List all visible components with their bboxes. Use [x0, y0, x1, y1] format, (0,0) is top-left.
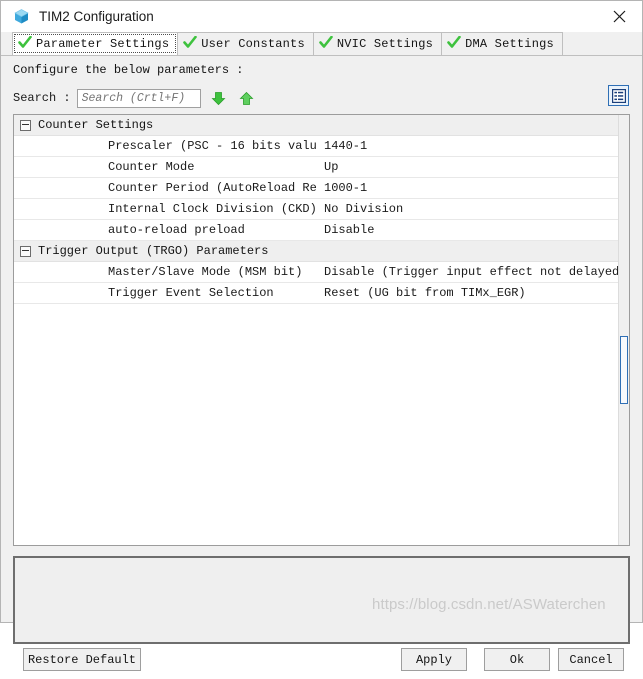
tab-label: DMA Settings: [465, 37, 554, 51]
param-name: Master/Slave Mode (MSM bit): [108, 265, 303, 279]
param-name: Trigger Event Selection: [108, 286, 274, 300]
param-value[interactable]: Disable: [317, 223, 618, 237]
description-panel: [13, 556, 630, 644]
restore-default-button[interactable]: Restore Default: [23, 648, 141, 671]
param-name: auto-reload preload: [108, 223, 245, 237]
check-icon: [18, 35, 32, 53]
group-header-counter-settings[interactable]: Counter Settings: [14, 115, 618, 136]
tab-label: User Constants: [201, 37, 305, 51]
param-value[interactable]: 1440-1: [317, 139, 618, 153]
parameter-table: Counter Settings Prescaler (PSC - 16 bit…: [13, 114, 630, 546]
table-row[interactable]: Counter Period (AutoReload Regis... 1000…: [14, 178, 618, 199]
param-value[interactable]: Up: [317, 160, 618, 174]
param-value[interactable]: 1000-1: [317, 181, 618, 195]
param-value[interactable]: Disable (Trigger input effect not delaye…: [317, 265, 618, 279]
collapse-icon[interactable]: [20, 245, 31, 257]
check-icon: [447, 35, 461, 53]
tab-label: NVIC Settings: [336, 37, 434, 51]
table-row[interactable]: Internal Clock Division (CKD) No Divisio…: [14, 199, 618, 220]
list-view-icon[interactable]: [608, 85, 629, 106]
table-row[interactable]: auto-reload preload Disable: [14, 220, 618, 241]
tab-parameter-settings[interactable]: Parameter Settings: [12, 32, 179, 55]
dialog-body: Configure the below parameters : Search …: [2, 57, 641, 671]
cancel-button[interactable]: Cancel: [558, 648, 624, 671]
table-row[interactable]: Counter Mode Up: [14, 157, 618, 178]
search-row: Search :: [13, 88, 257, 108]
arrow-up-icon[interactable]: [237, 88, 257, 108]
apply-button[interactable]: Apply: [401, 648, 467, 671]
table-row[interactable]: Trigger Event Selection Reset (UG bit fr…: [14, 283, 618, 304]
search-input[interactable]: [76, 88, 201, 108]
param-value[interactable]: Reset (UG bit from TIMx_EGR): [317, 286, 618, 300]
param-name: Counter Mode: [108, 160, 195, 174]
group-header-trigger-output[interactable]: Trigger Output (TRGO) Parameters: [14, 241, 618, 262]
check-icon: [319, 35, 333, 53]
close-button[interactable]: [597, 1, 642, 32]
param-value[interactable]: No Division: [317, 202, 618, 216]
cube-icon: [13, 8, 30, 25]
table-row[interactable]: Master/Slave Mode (MSM bit) Disable (Tri…: [14, 262, 618, 283]
tab-bar: Parameter Settings User Constants NVIC S…: [1, 32, 642, 56]
configure-hint: Configure the below parameters :: [13, 63, 244, 77]
group-label: Trigger Output (TRGO) Parameters: [38, 244, 269, 258]
group-label: Counter Settings: [38, 118, 154, 132]
collapse-icon[interactable]: [20, 119, 31, 131]
tab-label: Parameter Settings: [36, 37, 170, 51]
ok-button[interactable]: Ok: [484, 648, 550, 671]
param-name: Prescaler (PSC - 16 bits value): [108, 139, 317, 153]
parameter-table-rows: Counter Settings Prescaler (PSC - 16 bit…: [14, 115, 618, 545]
title-bar: TIM2 Configuration: [1, 1, 642, 32]
dialog-footer: Restore Default Apply Ok Cancel: [2, 647, 641, 679]
tim2-configuration-dialog: TIM2 Configuration Parameter Settings Us…: [0, 0, 643, 671]
arrow-down-icon[interactable]: [209, 88, 229, 108]
search-label: Search :: [13, 91, 71, 105]
check-icon: [183, 35, 198, 53]
table-scrollbar[interactable]: [618, 115, 629, 545]
window-title: TIM2 Configuration: [39, 9, 154, 24]
tab-user-constants[interactable]: User Constants: [177, 32, 314, 55]
param-name: Counter Period (AutoReload Regis...: [108, 181, 317, 195]
tab-nvic-settings[interactable]: NVIC Settings: [312, 32, 443, 55]
tab-dma-settings[interactable]: DMA Settings: [441, 32, 563, 55]
table-row[interactable]: Prescaler (PSC - 16 bits value) 1440-1: [14, 136, 618, 157]
scrollbar-thumb[interactable]: [620, 336, 628, 404]
param-name: Internal Clock Division (CKD): [108, 202, 317, 216]
